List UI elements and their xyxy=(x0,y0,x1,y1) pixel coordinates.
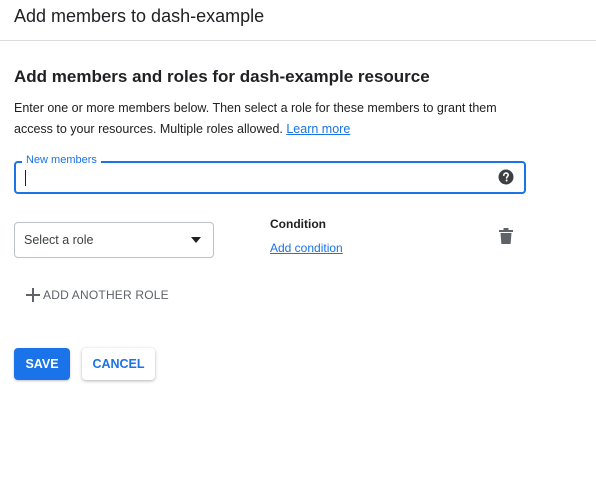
dialog-title: Add members to dash-example xyxy=(14,6,265,26)
help-circle-icon[interactable] xyxy=(498,169,514,185)
description-text: Enter one or more members below. Then se… xyxy=(14,101,497,136)
add-another-role-button[interactable]: ADD ANOTHER ROLE xyxy=(26,285,169,305)
role-select-placeholder: Select a role xyxy=(24,233,94,247)
learn-more-link[interactable]: Learn more xyxy=(286,122,350,136)
trash-icon[interactable] xyxy=(499,228,513,244)
dialog-header: Add members to dash-example xyxy=(0,0,596,41)
section-title: Add members and roles for dash-example r… xyxy=(14,67,430,86)
role-select[interactable]: Select a role xyxy=(14,222,214,258)
add-another-role-label: ADD ANOTHER ROLE xyxy=(43,288,169,302)
new-members-input[interactable] xyxy=(24,168,488,190)
section-description: Enter one or more members below. Then se… xyxy=(14,98,534,140)
arrow-drop-down-icon xyxy=(191,237,201,243)
add-condition-link[interactable]: Add condition xyxy=(270,241,343,255)
new-members-field[interactable]: New members xyxy=(14,154,526,194)
save-button[interactable]: SAVE xyxy=(14,348,70,380)
condition-title: Condition xyxy=(270,217,326,231)
new-members-label: New members xyxy=(22,154,101,166)
text-cursor xyxy=(25,170,26,186)
cancel-button[interactable]: CANCEL xyxy=(82,348,155,380)
plus-icon xyxy=(26,288,40,302)
